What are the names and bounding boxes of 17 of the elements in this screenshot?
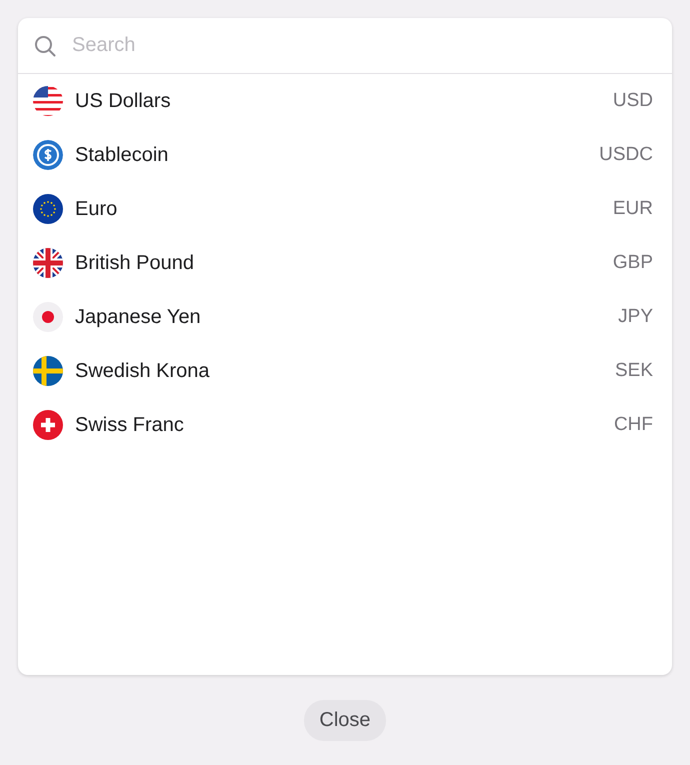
currency-item[interactable]: Japanese Yen JPY	[18, 290, 672, 344]
flag-icon	[33, 248, 63, 278]
coin-icon	[33, 140, 63, 170]
flag-icon	[33, 410, 63, 440]
currency-item[interactable]: US Dollars USD	[18, 74, 672, 128]
flag-icon	[33, 86, 63, 116]
search-icon	[34, 34, 56, 56]
currency-item[interactable]: Stablecoin USDC	[18, 128, 672, 182]
currency-item[interactable]: Euro EUR	[18, 182, 672, 236]
currency-item[interactable]: Swiss Franc CHF	[18, 398, 672, 452]
flag-icon	[33, 356, 63, 386]
flag-icon	[33, 302, 63, 332]
search-field[interactable]: Search	[70, 33, 656, 58]
close-button[interactable]: Close	[304, 700, 386, 740]
currency-item[interactable]: British Pound GBP	[18, 236, 672, 290]
currency-item[interactable]: Swedish Krona SEK	[18, 344, 672, 398]
flag-icon	[33, 194, 63, 224]
